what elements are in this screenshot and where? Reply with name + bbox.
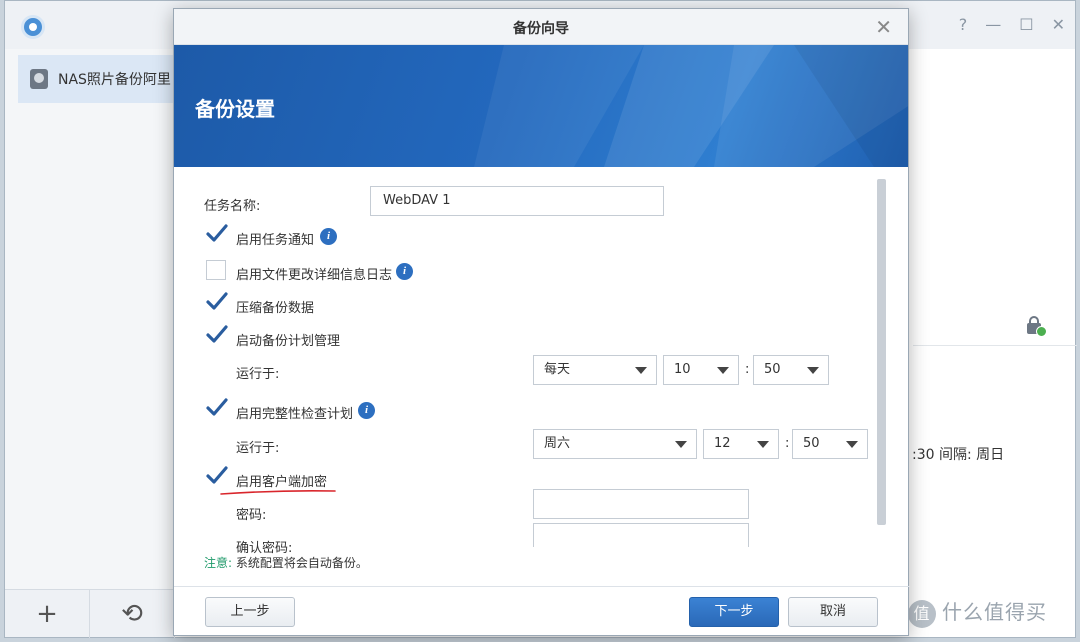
minimize-icon[interactable]: —	[985, 15, 1001, 34]
restore-history-icon: ⟲	[121, 599, 143, 629]
maximize-icon[interactable]: ☐	[1019, 15, 1033, 34]
next-button[interactable]: 下一步	[689, 597, 779, 627]
lock-check-icon	[1027, 316, 1047, 337]
watermark-text: 什么值得买	[942, 600, 1047, 624]
change-log-label: 启用文件更改详细信息日志	[236, 268, 393, 283]
close-app-icon[interactable]: ✕	[1052, 15, 1065, 34]
dialog-titlebar: 备份向导 ✕	[174, 9, 908, 45]
password-input[interactable]	[533, 489, 749, 519]
schedule-minute-value: 50	[764, 362, 781, 377]
change-log-info-icon[interactable]: i	[396, 263, 413, 280]
integrity-hour-value: 12	[714, 436, 731, 451]
cancel-button[interactable]: 取消	[788, 597, 878, 627]
schedule-hour-select[interactable]: 10	[663, 355, 739, 385]
compress-label: 压缩备份数据	[236, 301, 315, 316]
app-logo-icon	[21, 15, 45, 39]
dialog-footer: 上一步 下一步 取消	[174, 586, 910, 637]
site-watermark: 值什么值得买	[908, 596, 1047, 628]
integrity-minute-select[interactable]: 50	[792, 429, 868, 459]
task-notify-checkbox[interactable]	[206, 224, 228, 245]
schedule-hour-value: 10	[674, 362, 691, 377]
schedule-checkbox[interactable]	[206, 325, 228, 346]
integrity-frequency-select[interactable]: 周六	[533, 429, 697, 459]
change-log-checkbox[interactable]	[206, 260, 226, 280]
note-label: 注意:	[204, 556, 233, 570]
dialog-banner: 备份设置	[174, 45, 908, 167]
confirm-password-input[interactable]	[533, 523, 749, 547]
schedule-run-label: 运行于:	[236, 367, 280, 382]
task-item-label: NAS照片备份阿里	[58, 72, 171, 88]
encryption-checkbox[interactable]	[206, 466, 228, 487]
dialog-close-icon[interactable]: ✕	[875, 15, 892, 39]
chevron-down-icon	[807, 367, 819, 374]
task-name-input[interactable]: WebDAV 1	[370, 186, 664, 216]
chevron-down-icon	[675, 441, 687, 448]
settings-form: 任务名称: WebDAV 1 启用任务通知 i 启用文件更改详细信息日志 i 压…	[174, 167, 910, 587]
integrity-run-label: 运行于:	[236, 441, 280, 456]
sidebar-bottom-toolbar: + ⟲	[5, 589, 175, 638]
backup-disk-icon	[30, 69, 48, 89]
task-notify-info-icon[interactable]: i	[320, 228, 337, 245]
backup-wizard-dialog: 备份向导 ✕ 备份设置 任务名称: WebDAV 1 启用任务通知 i 启用文件…	[173, 8, 910, 637]
schedule-label: 启动备份计划管理	[236, 334, 341, 349]
task-notify-label: 启用任务通知	[236, 233, 315, 248]
task-sidebar: NAS照片备份阿里	[5, 49, 178, 589]
watermark-logo-icon: 值	[908, 599, 936, 628]
integrity-info-icon[interactable]: i	[358, 402, 375, 419]
plus-icon: +	[36, 599, 58, 629]
dialog-title: 备份向导	[513, 21, 569, 37]
time-separator: :	[785, 436, 790, 451]
schedule-frequency-select[interactable]: 每天	[533, 355, 657, 385]
chevron-down-icon	[635, 367, 647, 374]
auto-backup-note: 注意: 系统配置将会自动备份。	[204, 554, 368, 571]
add-task-button[interactable]: +	[5, 590, 90, 638]
sidebar-item-task[interactable]: NAS照片备份阿里	[18, 55, 178, 103]
task-name-label: 任务名称:	[204, 199, 261, 214]
integrity-checkbox[interactable]	[206, 398, 228, 419]
schedule-summary-text: :30 间隔: 周日	[912, 447, 1005, 463]
chevron-down-icon	[717, 367, 729, 374]
banner-title: 备份设置	[195, 97, 275, 121]
banner-decoration	[474, 45, 908, 167]
compress-checkbox[interactable]	[206, 292, 228, 313]
schedule-minute-select[interactable]: 50	[753, 355, 829, 385]
schedule-frequency-value: 每天	[544, 362, 571, 377]
integrity-hour-select[interactable]: 12	[703, 429, 779, 459]
integrity-label: 启用完整性检查计划	[236, 407, 354, 422]
password-label: 密码:	[236, 508, 267, 523]
integrity-minute-value: 50	[803, 436, 820, 451]
window-controls: ? — ☐ ✕	[959, 15, 1065, 34]
help-icon[interactable]: ?	[959, 15, 968, 34]
form-scrollbar[interactable]	[877, 179, 886, 525]
annotation-underline	[220, 490, 336, 495]
restore-button[interactable]: ⟲	[90, 590, 175, 638]
integrity-frequency-value: 周六	[544, 436, 571, 451]
task-detail-header	[913, 304, 1077, 346]
chevron-down-icon	[757, 441, 769, 448]
chevron-down-icon	[846, 441, 858, 448]
back-button[interactable]: 上一步	[205, 597, 295, 627]
note-text: 系统配置将会自动备份。	[235, 556, 368, 570]
time-separator: :	[745, 362, 750, 377]
